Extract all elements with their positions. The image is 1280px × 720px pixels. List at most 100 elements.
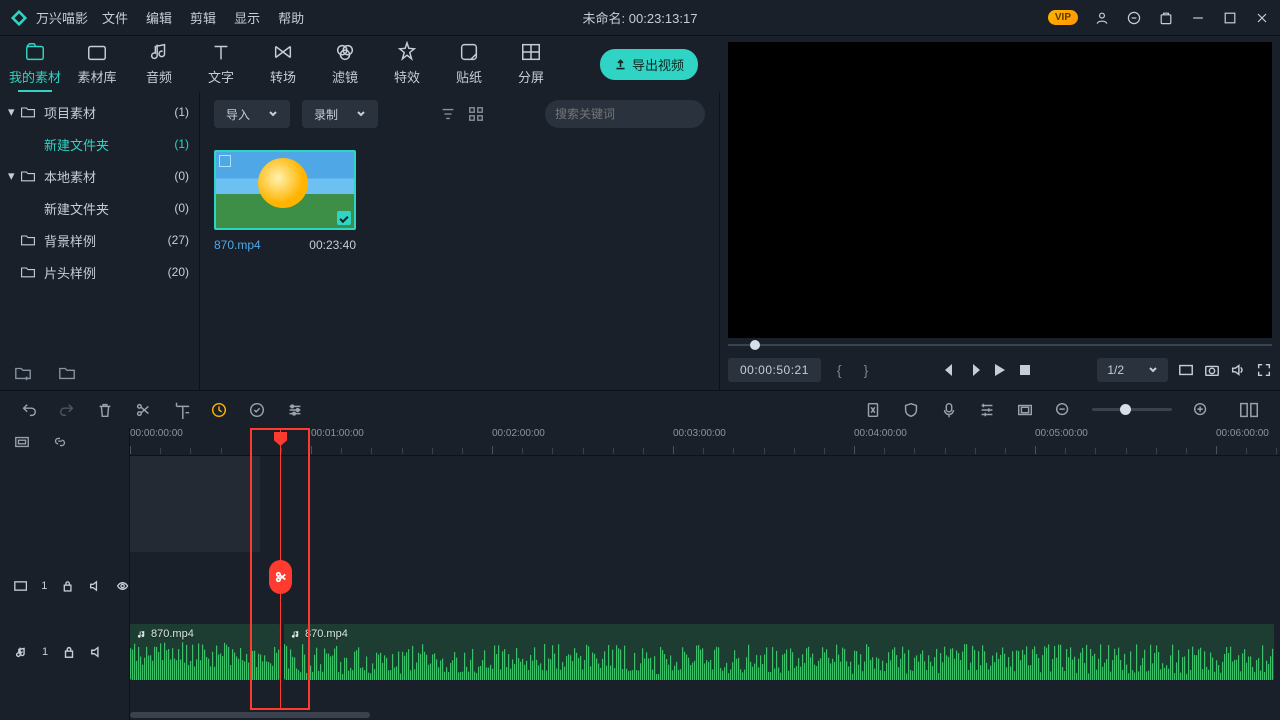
- ruler-label: 00:05:00:00: [1035, 428, 1088, 439]
- video-track-header[interactable]: 1: [0, 552, 129, 620]
- volume-icon[interactable]: [1230, 362, 1246, 378]
- speed-icon[interactable]: [210, 401, 228, 419]
- fit-icon[interactable]: [1238, 399, 1260, 421]
- crop-icon[interactable]: [172, 401, 190, 419]
- zoom-slider[interactable]: [1092, 408, 1172, 411]
- app-logo: [10, 9, 28, 27]
- chat-icon[interactable]: [1126, 10, 1142, 26]
- grid-view-icon[interactable]: [468, 106, 484, 122]
- menu-clip[interactable]: 剪辑: [190, 8, 216, 27]
- tab-filter[interactable]: 滤镜: [314, 41, 376, 92]
- ruler-label: 00:00:00:00: [130, 428, 183, 439]
- fullscreen-icon[interactable]: [1256, 362, 1272, 378]
- maximize-icon[interactable]: [1222, 10, 1238, 26]
- stop-icon[interactable]: [1017, 362, 1033, 378]
- record-dropdown[interactable]: 录制: [302, 100, 378, 128]
- zoom-out-icon[interactable]: [1054, 401, 1072, 419]
- store-icon[interactable]: [1158, 10, 1174, 26]
- media-clip[interactable]: 870.mp4 00:23:40: [214, 150, 356, 252]
- audio-clip[interactable]: 870.mp4: [130, 624, 280, 680]
- tab-audio[interactable]: 音频: [128, 41, 190, 92]
- video-track[interactable]: [130, 552, 1280, 620]
- tree-item-bg[interactable]: ▾背景样例(27): [0, 224, 199, 256]
- tab-sticker[interactable]: 贴纸: [438, 41, 500, 92]
- preview-scrubber[interactable]: [728, 340, 1272, 350]
- doc-title: 未命名: 00:23:13:17: [583, 8, 698, 27]
- mark-in-button[interactable]: {: [831, 362, 848, 378]
- new-folder-icon[interactable]: [14, 364, 32, 382]
- tree-item-intro[interactable]: ▾片头样例(20): [0, 256, 199, 288]
- title-bar: 万兴喵影 文件 编辑 剪辑 显示 帮助 未命名: 00:23:13:17 VIP: [0, 0, 1280, 36]
- account-icon[interactable]: [1094, 10, 1110, 26]
- split-icon[interactable]: [134, 401, 152, 419]
- ruler-label: 00:06:00:00: [1216, 428, 1269, 439]
- delete-icon[interactable]: [96, 401, 114, 419]
- menu-view[interactable]: 显示: [234, 8, 260, 27]
- clip-name: 870.mp4: [214, 238, 261, 252]
- preview-viewport[interactable]: [728, 42, 1272, 338]
- timeline-body[interactable]: 00:00:00:0000:01:00:0000:02:00:0000:03:0…: [130, 428, 1280, 720]
- timeline-scrollbar[interactable]: [130, 710, 1280, 720]
- ruler[interactable]: 00:00:00:0000:01:00:0000:02:00:0000:03:0…: [130, 428, 1280, 456]
- tree-item-project[interactable]: ▾项目素材(1): [0, 96, 199, 128]
- preview-scale-dropdown[interactable]: 1/2: [1097, 358, 1168, 382]
- link-icon[interactable]: [52, 434, 68, 450]
- close-icon[interactable]: [1254, 10, 1270, 26]
- audio-track-icon: [14, 645, 28, 659]
- lock-icon[interactable]: [61, 579, 74, 593]
- mark-out-button[interactable]: }: [858, 362, 875, 378]
- zoom-in-icon[interactable]: [1192, 401, 1210, 419]
- mute-icon[interactable]: [89, 579, 102, 593]
- voiceover-icon[interactable]: [940, 401, 958, 419]
- undo-icon[interactable]: [20, 401, 38, 419]
- aspect-icon[interactable]: [1016, 401, 1034, 419]
- import-dropdown[interactable]: 导入: [214, 100, 290, 128]
- empty-slot: [130, 456, 260, 552]
- audio-track-header[interactable]: 1: [0, 620, 129, 684]
- tab-effects[interactable]: 特效: [376, 41, 438, 92]
- playhead[interactable]: [280, 428, 281, 710]
- visibility-icon[interactable]: [116, 579, 129, 593]
- tab-text[interactable]: 文字: [190, 41, 252, 92]
- tab-my-media[interactable]: 我的素材: [4, 41, 66, 92]
- track-headers: 1 1: [0, 428, 130, 720]
- media-tabs: 我的素材 素材库 音频 文字 转场 滤镜 特效 贴纸 分屏 导出视频: [0, 36, 720, 92]
- tree-item-newfolder-2[interactable]: 新建文件夹(0): [0, 192, 199, 224]
- lock-icon[interactable]: [62, 645, 76, 659]
- adjust-icon[interactable]: [286, 401, 304, 419]
- tab-stock[interactable]: 素材库: [66, 41, 128, 92]
- marker-icon[interactable]: [864, 401, 882, 419]
- audio-track[interactable]: 870.mp4870.mp4: [130, 620, 1280, 684]
- menu-file[interactable]: 文件: [102, 8, 128, 27]
- mute-icon[interactable]: [90, 645, 104, 659]
- tree-item-newfolder-1[interactable]: 新建文件夹(1): [0, 128, 199, 160]
- menu-edit[interactable]: 编辑: [146, 8, 172, 27]
- media-toolbar: 导入 录制: [200, 92, 719, 136]
- split-at-playhead-button[interactable]: [269, 560, 292, 594]
- prev-frame-icon[interactable]: [939, 362, 955, 378]
- tab-transition[interactable]: 转场: [252, 41, 314, 92]
- mixer-icon[interactable]: [978, 401, 996, 419]
- tree-item-local[interactable]: ▾本地素材(0): [0, 160, 199, 192]
- clip-duration: 00:23:40: [309, 238, 356, 252]
- video-track-icon: [14, 579, 27, 593]
- open-folder-icon[interactable]: [58, 364, 76, 382]
- preview-quality-icon[interactable]: [1178, 362, 1194, 378]
- clip-used-check-icon: [337, 211, 351, 225]
- export-button[interactable]: 导出视频: [600, 49, 698, 80]
- vip-badge[interactable]: VIP: [1048, 10, 1078, 25]
- audio-clip[interactable]: 870.mp4: [284, 624, 1274, 680]
- search-input[interactable]: [545, 100, 705, 128]
- play-pause-icon[interactable]: [965, 362, 981, 378]
- tab-splitscreen[interactable]: 分屏: [500, 41, 562, 92]
- preview-timecode[interactable]: 00:00:50:21: [728, 358, 821, 382]
- snapshot-icon[interactable]: [1204, 362, 1220, 378]
- render-icon[interactable]: [248, 401, 266, 419]
- minimize-icon[interactable]: [1190, 10, 1206, 26]
- add-track-icon[interactable]: [14, 434, 30, 450]
- filter-icon[interactable]: [440, 106, 456, 122]
- redo-icon[interactable]: [58, 401, 76, 419]
- play-icon[interactable]: [991, 362, 1007, 378]
- safe-icon[interactable]: [902, 401, 920, 419]
- menu-help[interactable]: 帮助: [278, 8, 304, 27]
